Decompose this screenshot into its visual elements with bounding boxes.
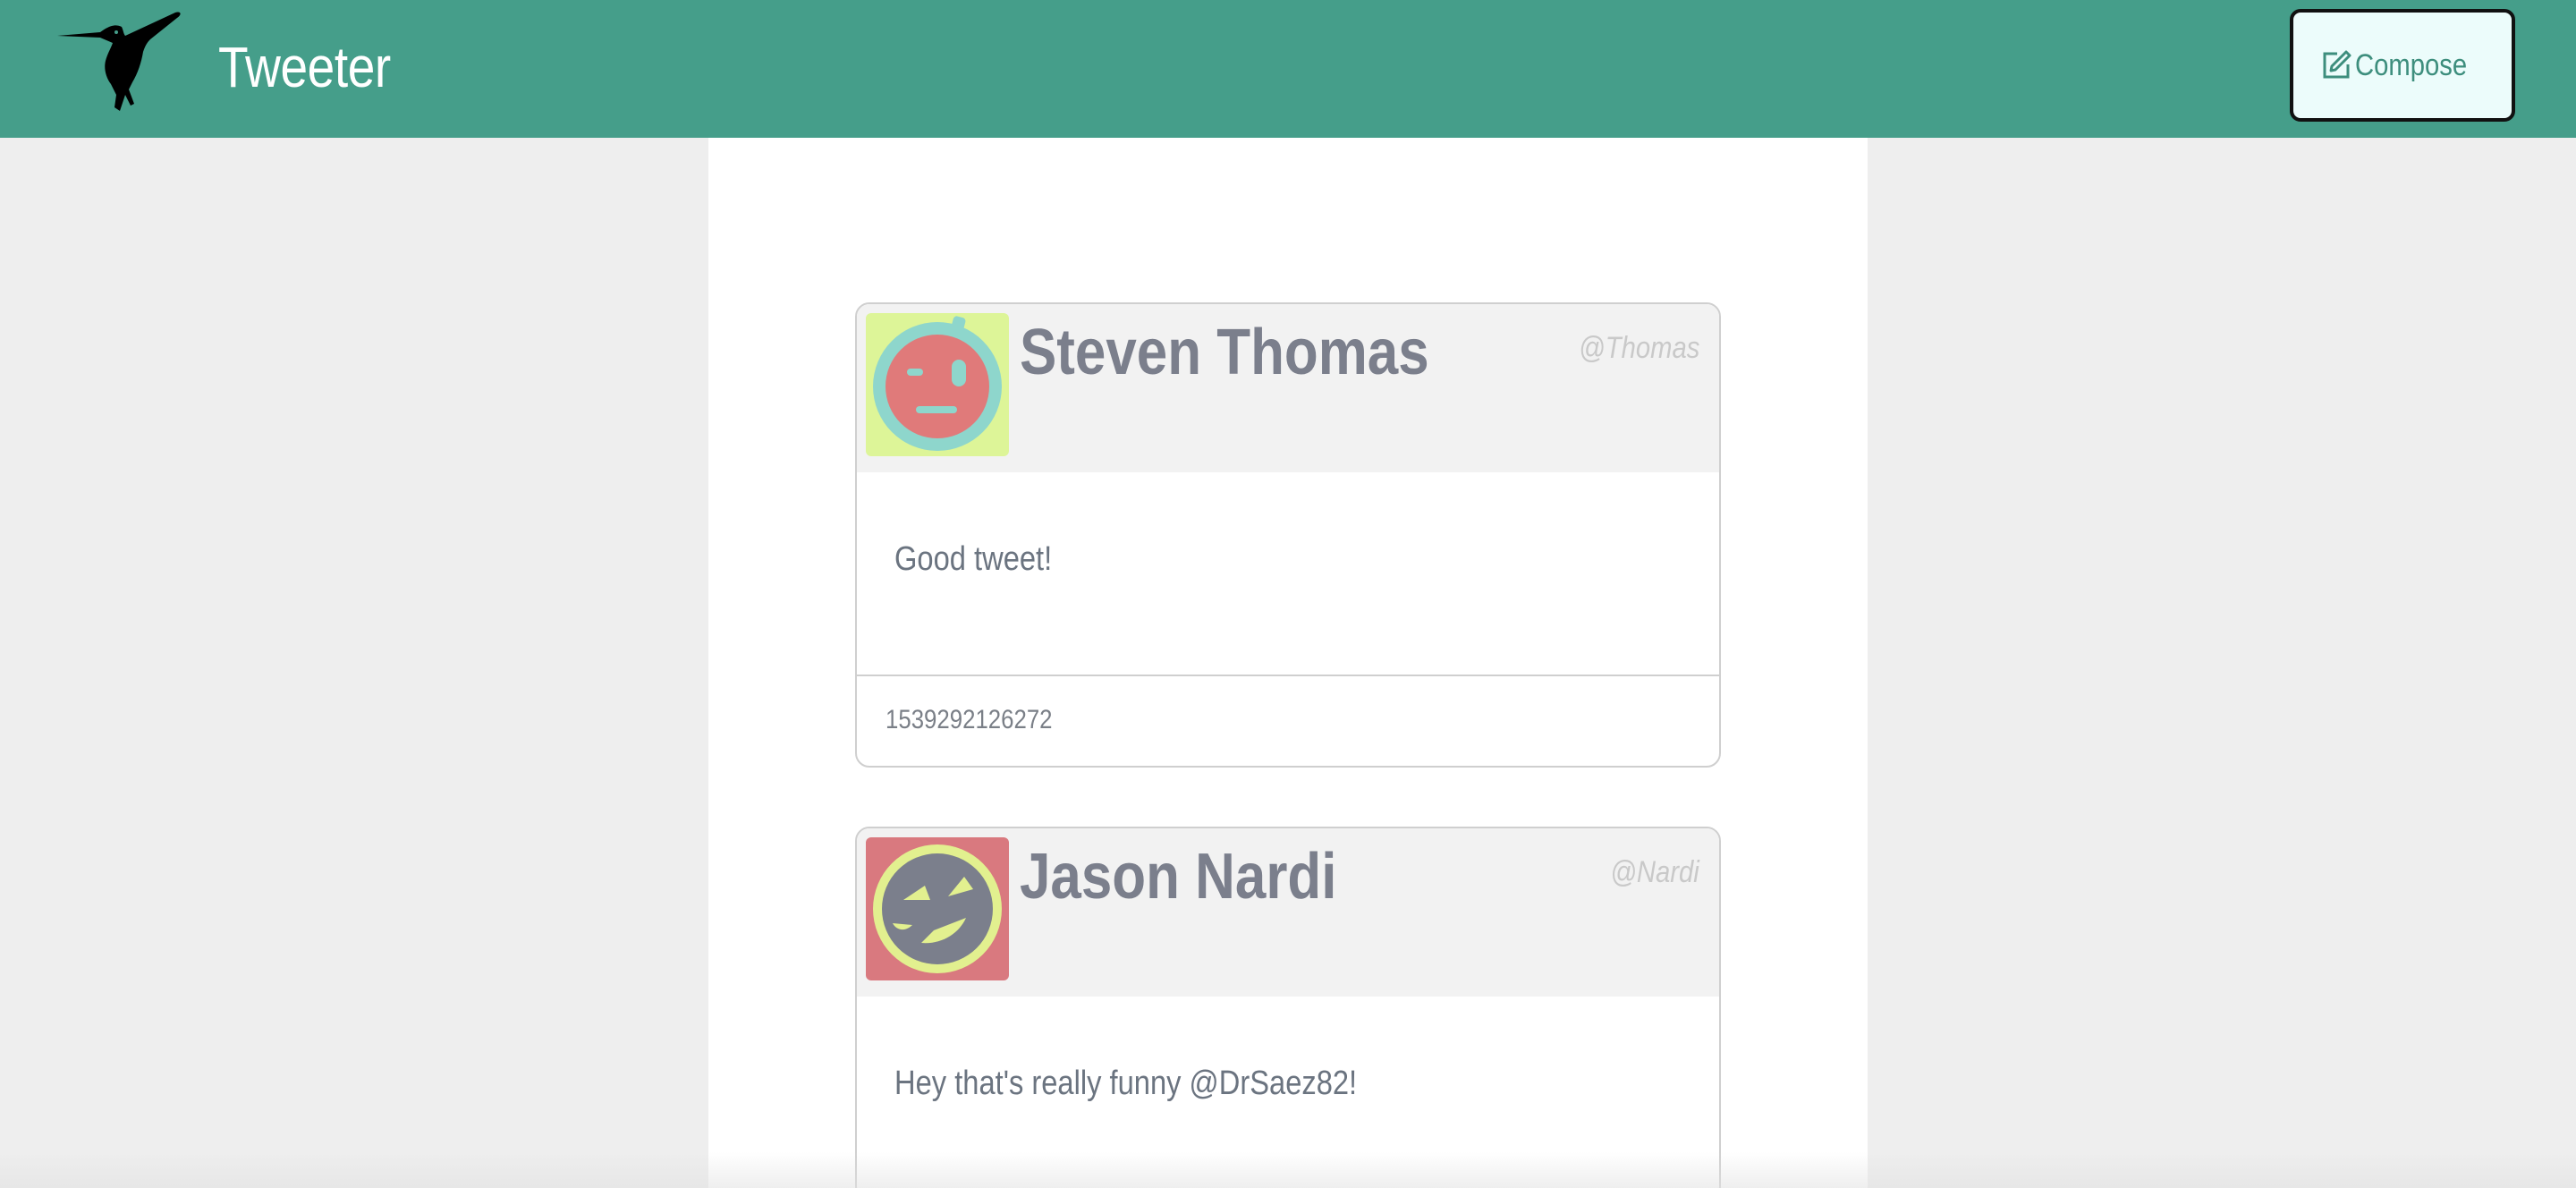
tweet-card: Steven Thomas @Thomas Good tweet! 153929…: [855, 302, 1721, 768]
edit-icon: [2323, 50, 2351, 79]
tweet-text: Hey that's really funny @DrSaez82!: [894, 1065, 1358, 1102]
compose-label: Compose: [2355, 47, 2468, 82]
tweet-text: Good tweet!: [894, 540, 1053, 578]
page: Tweeter Compose Steven Thomas @Thomas Go…: [0, 0, 2576, 1188]
tweet-body: Hey that's really funny @DrSaez82!: [857, 997, 1719, 1188]
compose-button[interactable]: Compose: [2290, 9, 2515, 122]
tweet-header: Steven Thomas @Thomas: [857, 304, 1719, 472]
tweet-body: Good tweet!: [857, 472, 1719, 676]
tweet-card: Jason Nardi @Nardi Hey that's really fun…: [855, 827, 1721, 1188]
tweet-header: Jason Nardi @Nardi: [857, 828, 1719, 997]
sly-face-avatar-icon: [866, 837, 1009, 980]
tweet-author-name[interactable]: Jason Nardi: [1020, 834, 1336, 920]
brand-title[interactable]: Tweeter: [218, 27, 391, 107]
tweet-author-handle[interactable]: @Thomas: [1579, 331, 1699, 366]
compose-button-content: Compose: [2319, 48, 2486, 83]
avatar-image: [873, 316, 1002, 451]
tweet-footer: 1539292126272: [857, 676, 1719, 766]
hummingbird-icon: [57, 12, 181, 112]
tweet-timestamp: 1539292126272: [886, 705, 1053, 734]
navbar: Tweeter Compose: [0, 0, 2576, 138]
avatar-image: [873, 844, 1002, 973]
tweet-author-handle[interactable]: @Nardi: [1610, 855, 1699, 890]
tweet-author-name[interactable]: Steven Thomas: [1020, 310, 1429, 395]
robot-face-avatar-icon: [866, 313, 1009, 456]
